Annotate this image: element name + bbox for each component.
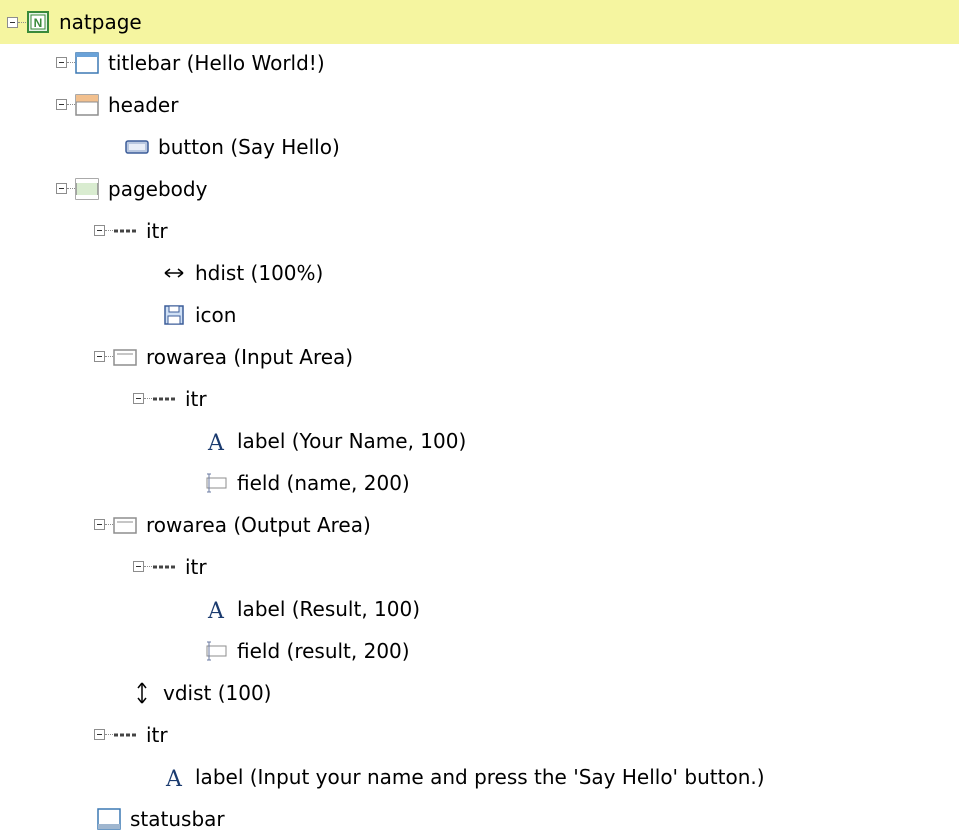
tree-node-titlebar[interactable]: titlebar (Hello World!) — [0, 42, 971, 83]
collapse-toggle-icon[interactable] — [94, 351, 105, 362]
tree-node-vdist[interactable]: vdist (100) — [0, 672, 971, 713]
tree-node-field[interactable]: field (name, 200) — [0, 462, 971, 503]
tree-node-label: label (Result, 100) — [237, 596, 421, 621]
tree-node-label: natpage — [59, 10, 142, 34]
svg-text:A: A — [165, 767, 183, 789]
tree-node-label[interactable]: A label (Input your name and press the '… — [0, 756, 971, 797]
collapse-toggle-icon[interactable] — [94, 729, 105, 740]
tree-node-label: statusbar — [130, 806, 225, 831]
tree-node-label: titlebar (Hello World!) — [108, 50, 325, 75]
itr-icon — [152, 555, 176, 579]
tree-node-label: header — [108, 92, 179, 117]
tree-node-hdist[interactable]: hdist (100%) — [0, 252, 971, 293]
itr-icon — [113, 723, 137, 747]
itr-icon — [152, 387, 176, 411]
tree-node-label: itr — [146, 218, 168, 243]
natpage-icon: N — [26, 10, 50, 34]
collapse-toggle-icon[interactable] — [56, 99, 67, 110]
tree-node-label: label (Your Name, 100) — [237, 428, 467, 453]
button-icon — [125, 135, 149, 159]
tree-node-label: hdist (100%) — [195, 260, 324, 285]
field-icon — [204, 471, 228, 495]
rowarea-icon — [113, 345, 137, 369]
svg-text:A: A — [207, 431, 225, 453]
collapse-toggle-icon[interactable] — [133, 561, 144, 572]
statusbar-icon — [97, 807, 121, 831]
tree-node-label: field (result, 200) — [237, 638, 410, 663]
tree-node-label: label (Input your name and press the 'Sa… — [195, 764, 765, 789]
tree-node-button[interactable]: button (Say Hello) — [0, 126, 971, 167]
collapse-toggle-icon[interactable] — [133, 393, 144, 404]
tree-node-label: itr — [185, 386, 207, 411]
itr-icon — [113, 219, 137, 243]
tree-node-itr[interactable]: itr — [0, 546, 971, 587]
tree-node-pagebody[interactable]: pagebody — [0, 168, 971, 209]
tree-node-label[interactable]: A label (Your Name, 100) — [0, 420, 971, 461]
vdist-icon — [130, 681, 154, 705]
tree-node-label: icon — [195, 302, 237, 327]
hdist-icon — [162, 261, 186, 285]
pagebody-icon — [75, 177, 99, 201]
svg-text:N: N — [34, 16, 43, 30]
header-icon — [75, 93, 99, 117]
tree-node-label: field (name, 200) — [237, 470, 410, 495]
collapse-toggle-icon[interactable] — [56, 57, 67, 68]
rowarea-icon — [113, 513, 137, 537]
collapse-toggle-icon[interactable] — [94, 225, 105, 236]
tree-node-icon[interactable]: icon — [0, 294, 971, 335]
tree-node-label: rowarea (Output Area) — [146, 512, 371, 537]
tree-node-label[interactable]: A label (Result, 100) — [0, 588, 971, 629]
svg-text:A: A — [207, 599, 225, 621]
tree-node-label: itr — [185, 554, 207, 579]
tree-node-label: itr — [146, 722, 168, 747]
tree-node-label: rowarea (Input Area) — [146, 344, 354, 369]
label-icon: A — [162, 765, 186, 789]
label-icon: A — [204, 597, 228, 621]
tree-node-natpage[interactable]: N natpage — [0, 0, 959, 44]
tree-node-rowarea-input[interactable]: rowarea (Input Area) — [0, 336, 971, 377]
save-icon — [162, 303, 186, 327]
titlebar-icon — [75, 51, 99, 75]
tree-node-label: vdist (100) — [163, 680, 272, 705]
outline-tree: N natpage titlebar (Hello World!) header… — [0, 0, 971, 837]
tree-node-rowarea-output[interactable]: rowarea (Output Area) — [0, 504, 971, 545]
collapse-toggle-icon[interactable] — [56, 183, 67, 194]
collapse-toggle-icon[interactable] — [94, 519, 105, 530]
tree-node-statusbar[interactable]: statusbar — [0, 798, 971, 839]
field-icon — [204, 639, 228, 663]
tree-node-label: pagebody — [108, 176, 208, 201]
tree-node-label: button (Say Hello) — [158, 134, 340, 159]
tree-node-itr[interactable]: itr — [0, 714, 971, 755]
tree-node-itr[interactable]: itr — [0, 210, 971, 251]
tree-node-itr[interactable]: itr — [0, 378, 971, 419]
label-icon: A — [204, 429, 228, 453]
tree-node-header[interactable]: header — [0, 84, 971, 125]
tree-node-field[interactable]: field (result, 200) — [0, 630, 971, 671]
collapse-toggle-icon[interactable] — [7, 16, 18, 28]
